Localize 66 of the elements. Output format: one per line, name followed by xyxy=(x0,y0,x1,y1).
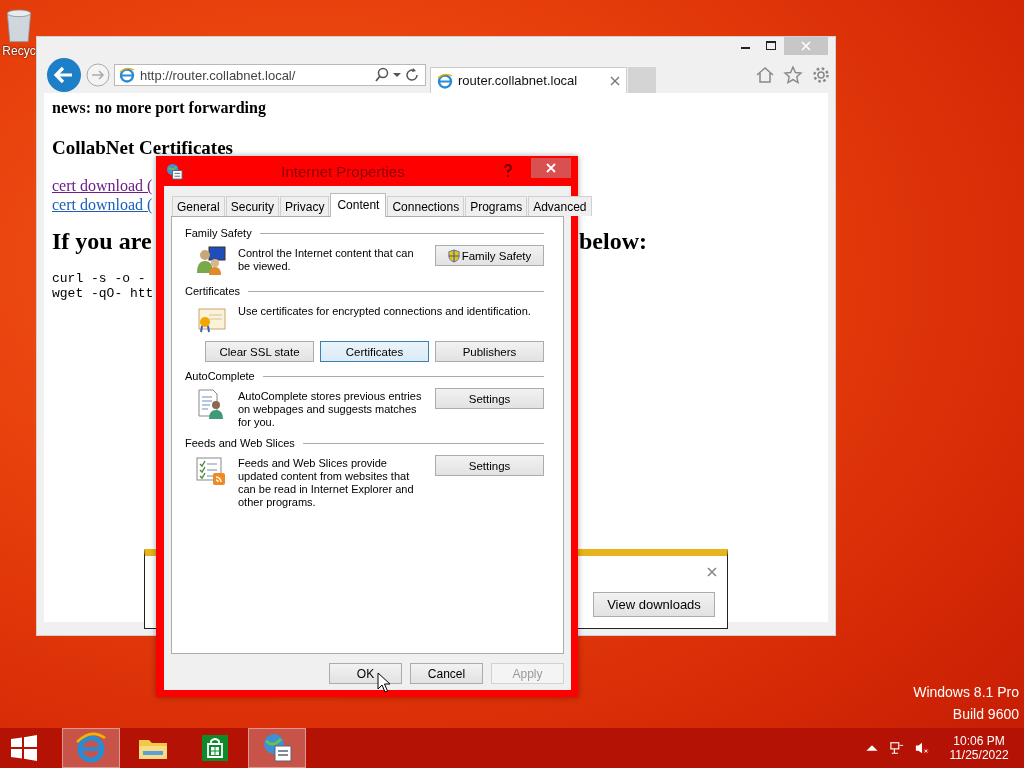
section-description: Feeds and Web Slices provide updated content from websites that can be read in Internet Explorer and other programs. xyxy=(238,457,415,509)
view-downloads-button[interactable]: View downloads xyxy=(593,592,715,617)
help-icon[interactable] xyxy=(503,164,513,178)
close-icon xyxy=(546,163,556,173)
dialog-tab[interactable]: Content xyxy=(330,193,387,217)
trash-bin-icon[interactable] xyxy=(4,6,34,44)
close-tab-icon[interactable] xyxy=(610,75,620,86)
dialog-tab[interactable]: Connections xyxy=(387,196,465,216)
network-icon[interactable] xyxy=(890,741,904,755)
back-button[interactable] xyxy=(46,57,82,93)
clock[interactable]: 10:06 PM 11/25/2022 xyxy=(940,734,1018,762)
settings-button[interactable]: Family Safety xyxy=(435,245,544,266)
section-title: Feeds and Web Slices xyxy=(185,437,295,449)
section-description: AutoComplete stores previous entries on webpages and suggests matches for you. xyxy=(238,390,423,429)
taskbar-button[interactable] xyxy=(248,728,306,768)
star-icon[interactable] xyxy=(783,65,803,85)
dialog-tab[interactable]: Advanced xyxy=(528,196,592,216)
browser-logo-icon xyxy=(75,732,107,764)
download-link[interactable]: cert download ( xyxy=(52,176,153,195)
mouse-cursor-icon xyxy=(377,672,391,694)
page-heading: below: xyxy=(579,228,647,255)
globe-document-icon xyxy=(166,162,183,180)
section-description: Use certificates for encrypted connections and identification. xyxy=(238,305,532,318)
dialog-tab[interactable]: Security xyxy=(225,196,280,216)
dialog-button[interactable]: Cancel xyxy=(410,663,483,684)
shield-icon xyxy=(447,248,460,263)
news-text: news: no more port forwarding xyxy=(52,99,267,117)
browser-logo-icon xyxy=(437,72,453,89)
browser-tab[interactable]: router.collabnet.local xyxy=(430,67,627,93)
code-line: wget -qO- htt xyxy=(52,286,154,301)
certificate-action-button[interactable]: Clear SSL state xyxy=(205,341,314,362)
certificate-action-button[interactable]: Certificates xyxy=(320,341,429,362)
section-title: Family Safety xyxy=(185,227,252,239)
dialog-tab[interactable]: General xyxy=(172,196,225,216)
windows-edition-text: Build 9600 xyxy=(952,706,1019,722)
globe-document-icon xyxy=(261,732,293,764)
checklist-feed-icon xyxy=(195,455,227,487)
browser-logo-icon xyxy=(119,67,135,83)
search-dropdown-refresh-icons xyxy=(375,67,421,83)
dialog-button[interactable]: OK xyxy=(329,663,402,684)
download-link[interactable]: cert download ( xyxy=(52,195,153,214)
close-icon[interactable] xyxy=(707,567,717,577)
certificate-action-button[interactable]: Publishers xyxy=(435,341,544,362)
recycle-bin-label[interactable]: Recyc xyxy=(2,44,36,58)
windows-edition-text: Windows 8.1 Pro xyxy=(913,684,1019,700)
settings-button[interactable]: Settings xyxy=(435,388,544,409)
home-icon[interactable] xyxy=(755,65,775,85)
section-title: AutoComplete xyxy=(185,370,255,382)
address-bar[interactable]: http://router.collabnet.local/ xyxy=(114,64,426,86)
muted-speaker-icon[interactable] xyxy=(915,741,929,755)
settings-button[interactable]: Settings xyxy=(435,455,544,476)
code-line: curl -s -o - xyxy=(52,271,146,286)
url-text: http://router.collabnet.local/ xyxy=(140,67,297,83)
page-heading: If you are xyxy=(52,228,152,255)
settings-icon[interactable] xyxy=(811,65,831,85)
windows-logo-icon[interactable] xyxy=(11,735,37,761)
dialog-tab[interactable]: Privacy xyxy=(280,196,330,216)
shopping-bag-icon xyxy=(199,732,231,764)
page-heading: CollabNet Certificates xyxy=(52,137,234,159)
dialog-title: Internet Properties xyxy=(280,162,406,180)
section-description: Control the Internet content that can be viewed. xyxy=(238,247,415,273)
family-computer-icon xyxy=(195,245,227,277)
dialog-tab[interactable]: Programs xyxy=(465,196,528,216)
close-icon xyxy=(801,41,811,51)
close-button[interactable] xyxy=(531,158,571,178)
section-title: Certificates xyxy=(185,285,241,297)
